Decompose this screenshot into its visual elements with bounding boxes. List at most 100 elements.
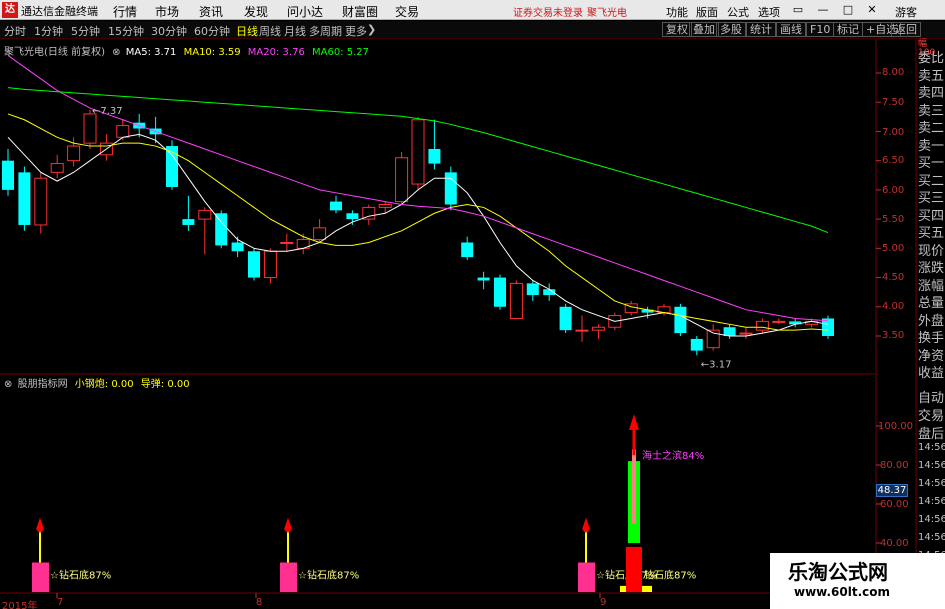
ma5-value: MA5: 3.71 — [125, 47, 177, 58]
candle-body — [509, 282, 523, 319]
tab-multi-period[interactable]: 多周期 — [309, 23, 342, 39]
btn-overlay[interactable]: 叠加 — [689, 22, 719, 37]
ind-tick: 40.00 — [880, 538, 909, 549]
ind-tick: 80.00 — [880, 460, 909, 471]
spike-core — [632, 449, 636, 524]
candle-body — [822, 318, 834, 336]
btn-mark[interactable]: 标记 — [833, 22, 863, 37]
quote-label: 收益 — [918, 366, 945, 381]
candle-body — [248, 251, 260, 278]
restore-icon[interactable]: ▭ — [790, 2, 806, 18]
minimize-icon[interactable]: — — [815, 2, 831, 18]
candle-body — [182, 219, 195, 225]
price-tick: 3.50 — [882, 330, 905, 341]
candle-body — [231, 242, 244, 252]
quote-label: 买四 — [918, 208, 945, 224]
ma60-value: MA60: 5.27 — [312, 47, 370, 58]
quote-label: 买一 — [918, 156, 945, 171]
watermark: 乐淘公式网 www.60lt.com — [770, 553, 945, 609]
indicator-name: 股朋指标网 — [17, 379, 68, 390]
menu-options[interactable]: 选项 — [758, 4, 780, 20]
price-tick: 6.00 — [882, 185, 905, 196]
stock-title: 聚飞光电 — [587, 8, 627, 19]
spike-label: 海士之滨84% — [642, 449, 704, 462]
price-tick: 4.50 — [882, 272, 905, 283]
date-label: 9 — [600, 597, 607, 608]
candle-body — [18, 172, 31, 225]
rocket-base — [583, 526, 589, 533]
date-label: 7 — [57, 597, 64, 608]
price-tick: 8.00 — [882, 67, 905, 78]
quote-label: 净资 — [918, 348, 945, 364]
trade-time: 14:56 — [918, 478, 945, 489]
stock-period-label: 聚飞光电(日线 前复权) — [4, 47, 105, 58]
btn-draw[interactable]: 画线 — [776, 22, 806, 37]
tab-intraday[interactable]: 分时 — [4, 23, 26, 39]
candle-body — [674, 306, 687, 334]
menu-quotes[interactable]: 行情 — [113, 3, 137, 20]
ma10-value: MA10: 3.59 — [183, 47, 241, 58]
btn-multi-stock[interactable]: 多股 — [716, 22, 746, 37]
btn-stats[interactable]: 统计 — [746, 22, 776, 37]
rocket-base — [37, 526, 43, 533]
quote-label: 卖四 — [918, 86, 945, 101]
menu-wealth[interactable]: 财富圈 — [342, 3, 378, 20]
quote-label: 委比 — [918, 51, 945, 66]
menu-market[interactable]: 市场 — [155, 3, 179, 20]
settings-icon[interactable]: ⊗ — [4, 379, 12, 390]
tab-daily[interactable]: 日线 — [236, 23, 258, 39]
signal-bar — [578, 562, 595, 592]
tab-60min[interactable]: 60分钟 — [194, 23, 230, 39]
settings-icon[interactable]: ⊗ — [112, 47, 120, 58]
low-price-mark: ←3.17 — [701, 359, 732, 370]
menu-news[interactable]: 资讯 — [199, 3, 223, 20]
menu-ask[interactable]: 问小达 — [287, 3, 323, 20]
btn-adjust[interactable]: 复权 — [662, 22, 692, 37]
tab-5min[interactable]: 5分钟 — [71, 23, 100, 39]
candle-body — [559, 306, 572, 331]
signal-bar — [280, 562, 297, 592]
menu-guest[interactable]: 游客 — [895, 4, 917, 20]
menu-layout[interactable]: 版面 — [696, 4, 718, 20]
candle-body — [395, 157, 409, 203]
quote-label: 总量 — [918, 296, 945, 311]
indicator-v1: 小钢炮: 0.00 — [74, 379, 134, 390]
btn-f10[interactable]: F10 — [806, 22, 835, 37]
price-tick: 5.00 — [882, 243, 905, 254]
candle-body — [477, 277, 490, 281]
tab-30min[interactable]: 30分钟 — [151, 23, 187, 39]
tab-more[interactable]: 更多 — [345, 23, 367, 39]
chevron-right-icon[interactable]: ❯ — [367, 23, 376, 36]
tab-1min[interactable]: 1分钟 — [34, 23, 63, 39]
close-icon[interactable]: ✕ — [864, 2, 880, 18]
quote-label: 涨幅 — [918, 278, 945, 294]
tab-monthly[interactable]: 月线 — [284, 23, 306, 39]
tab-15min[interactable]: 15分钟 — [108, 23, 144, 39]
indicator-v2: 导弹: 0.00 — [140, 379, 190, 390]
tab-weekly[interactable]: 周线 — [259, 23, 281, 39]
trade-status[interactable]: 证券交易未登录 — [513, 4, 583, 19]
candle-body — [575, 329, 589, 332]
maximize-icon[interactable]: □ — [840, 2, 856, 18]
signal-label: ☆钻石底87% — [298, 569, 359, 582]
menu-function[interactable]: 功能 — [666, 4, 688, 20]
menu-formula[interactable]: 公式 — [727, 4, 749, 20]
candle-body — [461, 242, 474, 258]
app-name: 通达信金融终端 — [21, 5, 98, 18]
kline-chart[interactable]: ←7.37←3.17☆钻石底87%☆钻石底87%☆钻石底87%海士之滨84%钻石… — [0, 39, 918, 609]
candle-body — [50, 163, 64, 173]
signal-label: 钻石底87% — [644, 569, 696, 582]
candle-body — [772, 320, 786, 323]
menu-discover[interactable]: 发现 — [244, 3, 268, 20]
watermark-title: 乐淘公式网 — [788, 560, 888, 584]
menu-trade[interactable]: 交易 — [395, 3, 419, 20]
candle-body — [198, 209, 212, 220]
quote-label: 卖五 — [918, 68, 945, 84]
ind-tick: 60.00 — [880, 499, 909, 510]
quote-label: 买五 — [918, 226, 945, 241]
candle-body — [428, 148, 441, 164]
candle-body — [280, 241, 294, 244]
indicator-current-value: 48.37 — [876, 484, 908, 497]
btn-back[interactable]: 返回 — [891, 22, 921, 37]
candle-body — [215, 213, 228, 246]
